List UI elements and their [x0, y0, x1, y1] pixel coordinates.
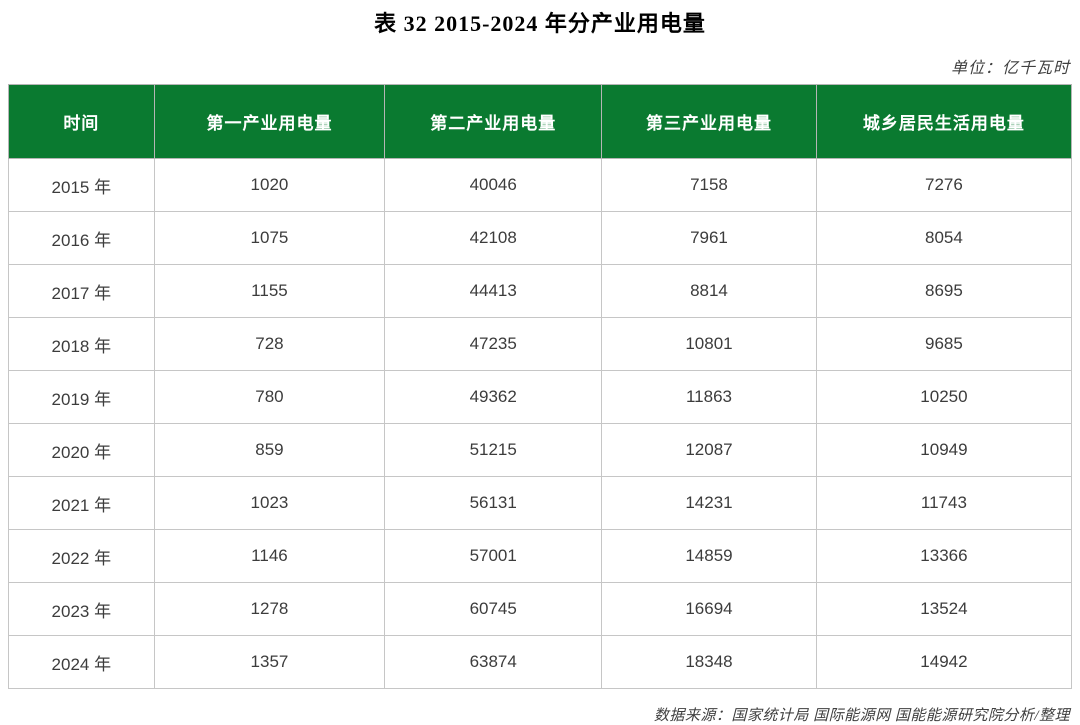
value-cell: 11863 — [602, 371, 817, 424]
value-cell: 728 — [154, 318, 385, 371]
value-cell: 8054 — [816, 212, 1071, 265]
data-source-note: 数据来源：国家统计局 国际能源网 国能能源研究院分析/整理 — [0, 704, 1070, 725]
value-cell: 8814 — [602, 265, 817, 318]
value-cell: 44413 — [385, 265, 602, 318]
value-cell: 1020 — [154, 159, 385, 212]
value-cell: 60745 — [385, 583, 602, 636]
table-row: 2015 年10204004671587276 — [9, 159, 1072, 212]
value-cell: 57001 — [385, 530, 602, 583]
value-cell: 13366 — [816, 530, 1071, 583]
table-row: 2020 年859512151208710949 — [9, 424, 1072, 477]
value-cell: 40046 — [385, 159, 602, 212]
year-cell: 2022 年 — [9, 530, 155, 583]
value-cell: 1155 — [154, 265, 385, 318]
value-cell: 10949 — [816, 424, 1071, 477]
value-cell: 7158 — [602, 159, 817, 212]
column-header-1: 第一产业用电量 — [154, 85, 385, 159]
value-cell: 49362 — [385, 371, 602, 424]
value-cell: 47235 — [385, 318, 602, 371]
year-cell: 2018 年 — [9, 318, 155, 371]
value-cell: 10801 — [602, 318, 817, 371]
year-cell: 2015 年 — [9, 159, 155, 212]
column-header-0: 时间 — [9, 85, 155, 159]
year-cell: 2024 年 — [9, 636, 155, 689]
value-cell: 56131 — [385, 477, 602, 530]
value-cell: 63874 — [385, 636, 602, 689]
table-title: 表 32 2015-2024 年分产业用电量 — [0, 6, 1080, 38]
table-row: 2017 年11554441388148695 — [9, 265, 1072, 318]
column-header-4: 城乡居民生活用电量 — [816, 85, 1071, 159]
value-cell: 7276 — [816, 159, 1071, 212]
value-cell: 51215 — [385, 424, 602, 477]
value-cell: 13524 — [816, 583, 1071, 636]
year-cell: 2020 年 — [9, 424, 155, 477]
value-cell: 14859 — [602, 530, 817, 583]
table-row: 2016 年10754210879618054 — [9, 212, 1072, 265]
table-row: 2023 年1278607451669413524 — [9, 583, 1072, 636]
value-cell: 1278 — [154, 583, 385, 636]
value-cell: 8695 — [816, 265, 1071, 318]
table-row: 2021 年1023561311423111743 — [9, 477, 1072, 530]
value-cell: 16694 — [602, 583, 817, 636]
value-cell: 7961 — [602, 212, 817, 265]
value-cell: 1146 — [154, 530, 385, 583]
value-cell: 859 — [154, 424, 385, 477]
unit-label: 单位：亿千瓦时 — [0, 54, 1070, 78]
column-header-2: 第二产业用电量 — [385, 85, 602, 159]
year-cell: 2016 年 — [9, 212, 155, 265]
electricity-table: 时间第一产业用电量第二产业用电量第三产业用电量城乡居民生活用电量 2015 年1… — [8, 84, 1072, 689]
value-cell: 14942 — [816, 636, 1071, 689]
year-cell: 2017 年 — [9, 265, 155, 318]
value-cell: 10250 — [816, 371, 1071, 424]
value-cell: 9685 — [816, 318, 1071, 371]
table-row: 2019 年780493621186310250 — [9, 371, 1072, 424]
report-page: 表 32 2015-2024 年分产业用电量 单位：亿千瓦时 时间第一产业用电量… — [0, 6, 1080, 715]
table-row: 2024 年1357638741834814942 — [9, 636, 1072, 689]
value-cell: 1023 — [154, 477, 385, 530]
table-body: 2015 年102040046715872762016 年10754210879… — [9, 159, 1072, 689]
value-cell: 11743 — [816, 477, 1071, 530]
value-cell: 42108 — [385, 212, 602, 265]
value-cell: 1357 — [154, 636, 385, 689]
year-cell: 2021 年 — [9, 477, 155, 530]
year-cell: 2023 年 — [9, 583, 155, 636]
header-row: 时间第一产业用电量第二产业用电量第三产业用电量城乡居民生活用电量 — [9, 85, 1072, 159]
value-cell: 1075 — [154, 212, 385, 265]
value-cell: 12087 — [602, 424, 817, 477]
column-header-3: 第三产业用电量 — [602, 85, 817, 159]
table-row: 2018 年72847235108019685 — [9, 318, 1072, 371]
value-cell: 780 — [154, 371, 385, 424]
value-cell: 14231 — [602, 477, 817, 530]
value-cell: 18348 — [602, 636, 817, 689]
table-row: 2022 年1146570011485913366 — [9, 530, 1072, 583]
year-cell: 2019 年 — [9, 371, 155, 424]
